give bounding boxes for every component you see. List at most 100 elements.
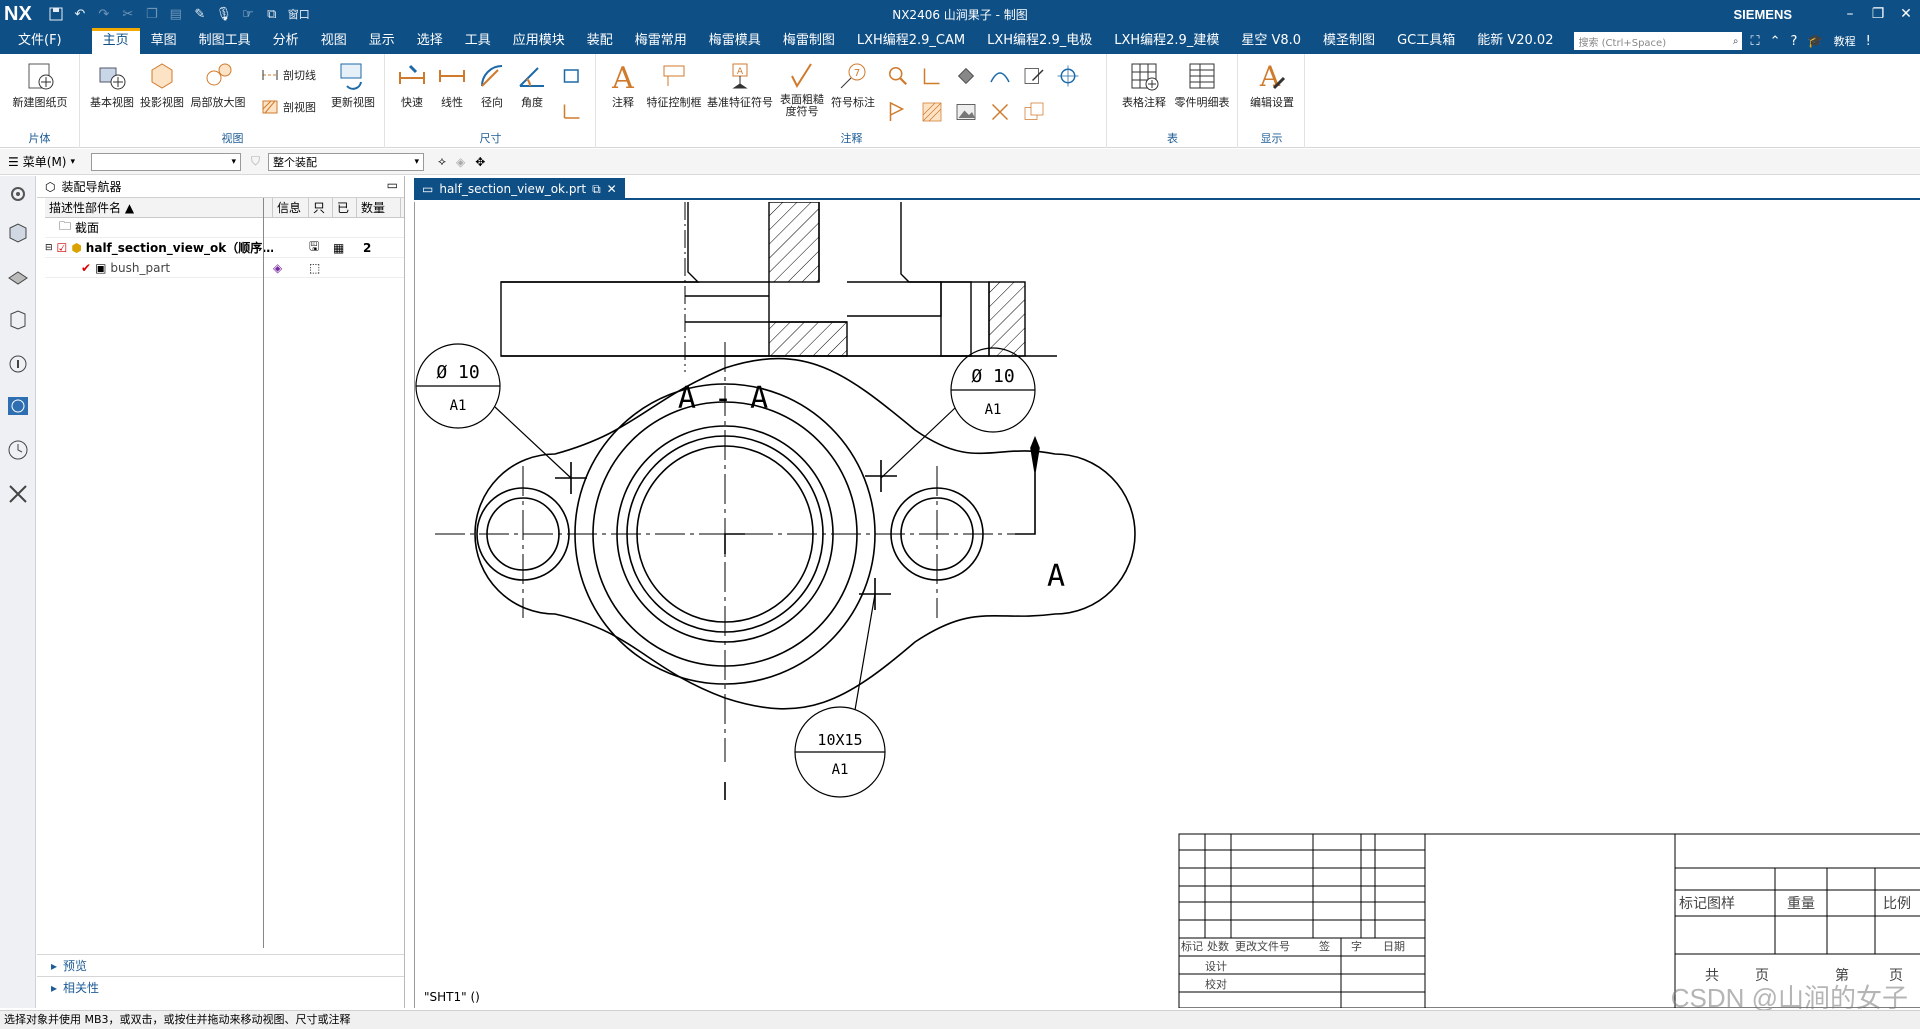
snap-icon[interactable]: ⟡ [438, 154, 446, 169]
curve-tool-button[interactable] [987, 64, 1013, 90]
tree-row[interactable]: 🗀 截面 [45, 218, 404, 238]
new-sheet-button[interactable]: 新建图纸页 [6, 60, 74, 110]
help-icon[interactable]: ? [1790, 34, 1797, 49]
section-arrow-label[interactable]: A [1047, 559, 1065, 594]
menu-meilei-drafting[interactable]: 梅雷制图 [772, 28, 846, 54]
fill-tool-button[interactable] [953, 64, 979, 90]
document-tab[interactable]: ▭ half_section_view_ok.prt ⧉ ✕ [414, 178, 625, 200]
tutorial-label[interactable]: 教程 [1834, 33, 1856, 49]
target-tool-button[interactable] [1055, 64, 1081, 90]
parts-list-button[interactable]: 零件明细表 [1172, 60, 1232, 110]
preview-panel-toggle[interactable]: ▸ 预览 [37, 954, 404, 976]
tree-row[interactable]: ⊟ ☑ ⬢ half_section_view_ok（顺序… 🖫 ▦ 2 [45, 238, 404, 258]
balloon1-top[interactable]: Ø 10 [436, 362, 479, 383]
fullscreen-icon[interactable]: ⛶ [1750, 34, 1759, 49]
command-search-input[interactable]: 搜索 (Ctrl+Space) ⌕ [1574, 32, 1743, 50]
magnify-tool-button[interactable] [885, 64, 911, 90]
transform-icon[interactable]: ✥ [475, 155, 485, 169]
chamfer-dimension-button[interactable] [558, 64, 586, 90]
detail-view-button[interactable]: 局部放大图 [187, 60, 249, 110]
radial-dimension-button[interactable]: 径向 [474, 60, 510, 110]
collapse-ribbon-icon[interactable]: ⌃ [1770, 34, 1781, 49]
undo-icon[interactable]: ↶ [72, 6, 88, 22]
redo-icon[interactable]: ↷ [96, 6, 112, 22]
copy-icon[interactable]: ❐ [144, 6, 160, 22]
menu-view[interactable]: 视图 [310, 28, 358, 54]
id-symbol-button[interactable]: 7 符号标注 [829, 60, 877, 110]
column-header-readonly[interactable]: 只 [309, 198, 333, 217]
menu-assembly[interactable]: 装配 [576, 28, 624, 54]
centermark-button[interactable] [919, 64, 945, 90]
menu-analysis[interactable]: 分析 [262, 28, 310, 54]
flag-tool-button[interactable] [885, 100, 911, 126]
menu-lxh-modeling[interactable]: LXH编程2.9_建模 [1103, 28, 1230, 54]
menu-xingkong[interactable]: 星空 V8.0 [1230, 28, 1312, 54]
surface-finish-button[interactable]: 表面粗糙度符号 [779, 60, 825, 118]
balloon3-bottom[interactable]: A1 [832, 762, 849, 778]
touch-icon[interactable]: ☞ [240, 6, 256, 22]
tabular-note-button[interactable]: 表格注释 [1120, 60, 1168, 110]
menu-drafting-tools[interactable]: 制图工具 [188, 28, 262, 54]
part-navigator-icon[interactable] [6, 264, 30, 288]
restore-button[interactable]: ❐ [1864, 6, 1892, 22]
tree-row[interactable]: ✔ ▣ bush_part ◈ ⬚ [45, 258, 404, 278]
close-tab-icon[interactable]: ✕ [607, 182, 617, 196]
main-menu-button[interactable]: ☰ 菜单(M) ▾ [0, 153, 83, 170]
checkbox-icon[interactable]: ☑ [57, 241, 68, 255]
menu-sketch[interactable]: 草图 [140, 28, 188, 54]
save-icon[interactable] [48, 6, 64, 22]
update-view-button[interactable]: 更新视图 [325, 60, 381, 110]
menu-gc-toolbox[interactable]: GC工具箱 [1386, 28, 1466, 54]
assembly-navigator-icon[interactable] [6, 220, 30, 244]
history-icon[interactable] [6, 438, 30, 462]
menu-mosheng[interactable]: 模圣制图 [1312, 28, 1386, 54]
minimize-button[interactable]: – [1836, 6, 1864, 22]
type-filter-dropdown[interactable]: ▾ [91, 152, 242, 171]
column-splitter[interactable] [263, 198, 264, 948]
menu-meilei-common[interactable]: 梅雷常用 [624, 28, 698, 54]
image-tool-button[interactable] [953, 100, 979, 126]
balloon2-top[interactable]: Ø 10 [971, 366, 1014, 387]
selection-scope-dropdown[interactable]: 整个装配 ▾ [268, 152, 425, 171]
hd3d-icon[interactable] [6, 352, 30, 376]
roles-icon[interactable] [6, 482, 30, 506]
edit-settings-button[interactable]: A 编辑设置 [1245, 60, 1299, 110]
column-header-quantity[interactable]: 数量 [357, 198, 401, 217]
balloon1-bottom[interactable]: A1 [450, 398, 467, 414]
collapse-icon[interactable]: ⊟ [45, 243, 53, 253]
web-browser-icon[interactable] [6, 394, 30, 418]
menu-tools[interactable]: 工具 [454, 28, 502, 54]
feature-control-frame-button[interactable]: 特征控制框 [645, 60, 703, 110]
menu-meilei-mold[interactable]: 梅雷模具 [698, 28, 772, 54]
paste-icon[interactable]: ▤ [168, 6, 184, 22]
linear-dimension-button[interactable]: 线性 [434, 60, 470, 110]
column-header-modified[interactable]: 已 [333, 198, 357, 217]
angular-dimension-button[interactable]: 角度 [514, 60, 550, 110]
window-menu[interactable]: 窗口 [288, 6, 310, 22]
settings-icon[interactable] [6, 182, 30, 206]
column-header-name[interactable]: 描述性部件名 ▲ [45, 198, 273, 217]
rapid-dimension-button[interactable]: 快速 [394, 60, 430, 110]
section-view[interactable] [500, 201, 1057, 357]
base-view-button[interactable]: 基本视图 [87, 60, 137, 110]
alert-icon[interactable]: ! [1866, 34, 1871, 49]
menu-lxh-electrode[interactable]: LXH编程2.9_电极 [976, 28, 1103, 54]
edit-tool-button[interactable] [1021, 64, 1047, 90]
datum-symbol-button[interactable]: A 基准特征符号 [705, 60, 775, 110]
window-switch-icon[interactable]: ⧉ [264, 6, 280, 22]
drawing-sheet[interactable]: A - A A Ø 10 A1 Ø 10 A1 10X15 A1 标记 处数 更… [415, 201, 1920, 1009]
reuse-library-icon[interactable] [6, 308, 30, 332]
filter-icon[interactable]: ⛉ [251, 154, 260, 169]
menu-home[interactable]: 主页 [91, 28, 140, 54]
tutorial-icon[interactable]: 🎓 [1807, 34, 1823, 49]
maximize-icon[interactable]: ▭ [387, 178, 398, 192]
cut-icon[interactable]: ✂ [120, 6, 136, 22]
column-header-info[interactable]: 信息 [273, 198, 309, 217]
pen-icon[interactable]: ✎ [192, 6, 208, 22]
menu-display[interactable]: 显示 [358, 28, 406, 54]
projected-view-button[interactable]: 投影视图 [137, 60, 187, 110]
ordinate-dimension-button[interactable] [558, 100, 586, 126]
mic-icon[interactable]: 🎙 [216, 6, 233, 22]
menu-lxh-cam[interactable]: LXH编程2.9_CAM [846, 28, 976, 54]
dependencies-panel-toggle[interactable]: ▸ 相关性 [37, 976, 404, 998]
